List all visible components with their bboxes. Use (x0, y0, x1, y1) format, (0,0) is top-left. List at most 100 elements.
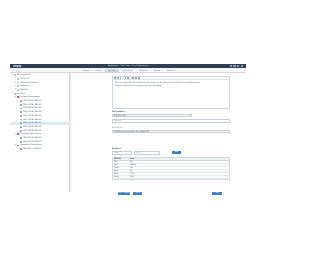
chevron-right-icon[interactable] (18, 108, 19, 109)
table-icon[interactable] (137, 77, 140, 80)
chevron-right-icon[interactable] (18, 141, 19, 142)
bold-icon[interactable] (114, 77, 116, 80)
chevron-right-icon[interactable] (18, 137, 19, 138)
chevron-right-icon[interactable]: ▸ (15, 133, 16, 135)
tree-item-label: REQ-0102 A-LINE-002 (23, 103, 42, 106)
requirement-icon (20, 137, 23, 139)
user-icon[interactable] (237, 64, 240, 67)
breadcrumb-item-3: Test Requirement (131, 64, 149, 67)
chevron-down-icon: ▼ (188, 115, 190, 117)
tab-comments[interactable]: Comments (164, 69, 178, 72)
folder-icon (14, 92, 17, 95)
numbered-list-icon[interactable] (127, 77, 130, 80)
save-button[interactable]: Save Changes (118, 192, 130, 196)
expected-input[interactable]: Expected (112, 119, 230, 123)
editor-text[interactable]: The test step verifies the system behavi… (115, 82, 201, 87)
chevron-right-icon[interactable] (18, 112, 19, 113)
tabs: General Details Test Steps Attachments Prope… (80, 68, 178, 72)
tree-item-label: REQ-0101 A-LINE-001 (23, 100, 42, 103)
attribute-name-input[interactable]: Name (112, 151, 132, 155)
tree-item[interactable]: REQ-0301 C-LINE-001 (10, 148, 70, 151)
folder-icon (17, 77, 20, 80)
requirement-icon (20, 118, 23, 121)
tree-item-label: UI Controls (20, 77, 30, 80)
tab-history[interactable]: History (151, 69, 162, 72)
requirements-tree: ▸ All Requirements ▸ UI Controls ▸ Configurat… (10, 72, 70, 192)
attribute-value-input[interactable]: Value (134, 151, 160, 155)
chevron-right-icon[interactable]: ▸ (15, 81, 16, 83)
chevron-right-icon[interactable]: ▸ (12, 74, 13, 76)
chevron-right-icon[interactable]: ▸ (15, 144, 16, 146)
table-cell (159, 173, 229, 175)
step-description-editor[interactable]: The test step verifies the system behavi… (112, 76, 230, 109)
chevron-right-icon[interactable] (18, 104, 19, 105)
table-header-cell[interactable] (159, 158, 229, 160)
app-window: VISIUM Application›Test Case›Test Requir… (10, 64, 246, 196)
chevron-right-icon[interactable]: ▸ (12, 92, 13, 94)
table-header-cell[interactable]: Attribute (113, 158, 129, 160)
chevron-right-icon[interactable]: ▸ (15, 77, 16, 79)
actual-result-input[interactable]: Completed as expected for the configurat… (112, 129, 230, 134)
tree-item-label: REQ-0103 A-LINE-003 (23, 107, 42, 110)
tab-details[interactable]: Details (93, 69, 104, 72)
table-cell: Build (114, 173, 118, 175)
attributes-table: Attribute Value Step 001 Type Manual Owner QA Ar… (112, 157, 230, 180)
main-panel: The test step verifies the system behavi… (112, 76, 230, 196)
tree-item-label: REQ-0201 B-LINE-001 (23, 137, 42, 140)
chevron-right-icon[interactable] (18, 119, 19, 120)
table-cell: Manual (130, 164, 136, 166)
help-icon[interactable] (233, 64, 236, 67)
tree-item-label: REQ-0107 A-LINE-007 (23, 122, 42, 125)
chevron-right-icon[interactable] (18, 130, 19, 131)
chevron-right-icon[interactable] (18, 115, 19, 116)
chevron-right-icon[interactable] (18, 126, 19, 127)
chevron-right-icon[interactable] (18, 100, 19, 101)
tab-attachments[interactable]: Attachments (120, 69, 136, 72)
table-cell (159, 167, 229, 169)
breadcrumb-item-1[interactable]: Application (108, 65, 118, 67)
image-icon[interactable] (135, 77, 137, 80)
tree-item-label: REQ-0108 A-LINE-008 (23, 125, 42, 128)
add-attribute-button[interactable]: Add (172, 151, 181, 155)
table-cell: Status (114, 176, 119, 178)
link-icon[interactable] (132, 77, 135, 80)
tab-properties[interactable]: Properties (137, 69, 151, 72)
fail-condition-select[interactable]: Stop Execution ▼ (112, 113, 192, 117)
chevron-right-icon[interactable]: ▸ (15, 85, 16, 87)
settings-icon[interactable] (240, 64, 243, 67)
chevron-right-icon[interactable] (18, 123, 19, 124)
table-row[interactable]: Status Draft (113, 176, 229, 179)
table-cell: Area (114, 170, 118, 172)
requirement-icon (17, 133, 20, 136)
list-icon[interactable] (124, 77, 127, 80)
tree-item-label: Performance Requirements (20, 144, 43, 147)
tree-item-label: Test Plans (17, 92, 26, 95)
sidebar-scrollbar[interactable] (70, 72, 71, 192)
table-cell: UI (130, 170, 132, 172)
tab-test-steps[interactable]: Test Steps (104, 68, 119, 72)
cancel-button[interactable]: Cancel (133, 192, 142, 196)
table-cell: Owner (114, 167, 119, 169)
breadcrumb-item-2[interactable]: Test Case (120, 65, 129, 67)
table-cell: Step (114, 161, 118, 163)
tree-item-label: Workflows (20, 88, 29, 91)
table-cell: 001 (130, 161, 133, 163)
tab-general[interactable]: General (80, 69, 92, 72)
chevron-right-icon[interactable] (18, 149, 19, 150)
bell-icon[interactable] (229, 64, 233, 67)
requirement-icon (17, 96, 20, 99)
underline-icon[interactable] (119, 77, 122, 80)
tree-item-label: REQ-0109 A-LINE-009 (23, 129, 42, 132)
tree-item-label: REQ-0202 B-LINE-002 (23, 140, 42, 143)
folder-icon (17, 81, 20, 84)
table-header-cell[interactable]: Value (129, 158, 159, 160)
chevron-right-icon[interactable]: ▸ (15, 96, 16, 98)
table-cell (159, 176, 229, 178)
actual-result-label: Actual Result (112, 127, 122, 129)
next-button[interactable]: Next (212, 192, 222, 196)
requirement-icon (20, 126, 23, 128)
requirement-icon (20, 122, 23, 125)
italic-icon[interactable] (116, 77, 119, 80)
chevron-right-icon[interactable]: ▸ (15, 88, 16, 90)
requirement-icon (17, 144, 20, 147)
